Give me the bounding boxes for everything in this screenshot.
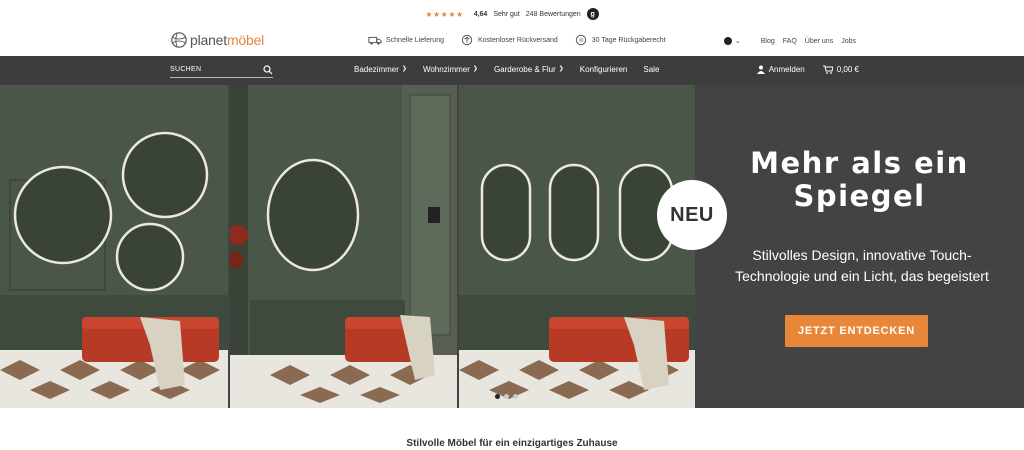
hero-banner[interactable]: NEU Mehr als ein Spiegel Stilvolles Desi… [0,85,1024,408]
cart-button[interactable]: 0,00 € [822,65,859,74]
flag-icon [723,37,732,45]
header-links: ⌄ Blog FAQ Über uns Jobs [723,37,856,45]
usp-return: Kostenloser Rückversand [460,34,558,46]
link-jobs[interactable]: Jobs [841,38,856,45]
section-tagline: Stilvolle Möbel für ein einzigartiges Zu… [406,438,618,449]
rating-reviews: 248 Bewertungen [525,10,581,18]
nav-item-garderobe[interactable]: Garderobe & Flur ❯ [494,65,564,74]
rating-stars: ★★★★★ [425,9,464,19]
globe-logo-icon [171,32,187,48]
hero-image-round-mirrors [0,85,228,408]
hero-subtitle: Stilvolles Design, innovative Touch- Tec… [735,247,989,284]
slider-dot-3[interactable] [513,394,518,399]
hero-image-hallway [230,85,457,408]
svg-text:30: 30 [578,38,583,43]
chevron-down-icon: ⌄ [734,38,741,45]
link-faq[interactable]: FAQ [783,38,797,45]
rating-verdict: Sehr gut [493,10,520,18]
nav-item-konfigurieren[interactable]: Konfigurieren [580,65,628,74]
usp-list: Schnelle Lieferung Kostenloser Rückversa… [368,34,666,46]
cart-icon [822,65,833,74]
login-button[interactable]: Anmelden [756,65,805,74]
slider-dots [495,394,518,399]
user-icon [756,65,765,74]
search-label: SUCHEN [170,66,202,73]
search-icon[interactable] [263,64,273,75]
truck-icon [368,36,382,45]
nav-item-wohnzimmer[interactable]: Wohnzimmer ❯ [423,65,478,74]
usp-delivery: Schnelle Lieferung [368,34,444,46]
nav-item-sale[interactable]: Sale [643,65,659,74]
link-blog[interactable]: Blog [761,38,775,45]
return-icon [461,34,473,46]
hero-image-oval-mirrors [459,85,695,408]
link-about[interactable]: Über uns [805,38,833,45]
slider-dot-2[interactable] [504,394,509,399]
cart-total: 0,00 € [836,65,859,74]
chevron-down-icon: ❯ [401,66,407,72]
language-selector[interactable]: ⌄ [723,37,741,45]
hero-text-panel: Mehr als ein Spiegel Stilvolles Design, … [695,85,1024,408]
rating-bar[interactable]: ★★★★★ 4,64 Sehr gut 248 Bewertungen g [0,0,1024,28]
hero-title: Mehr als ein Spiegel [750,146,969,213]
trust-badge-icon: g [586,8,599,20]
slider-dot-1[interactable] [495,394,500,399]
site-logo[interactable]: planetmöbel [170,31,264,49]
usp-30-days: 30 30 Tage Rückgaberecht [574,34,666,46]
logo-text: planetmöbel [190,32,265,48]
chevron-down-icon: ❯ [558,66,564,72]
nav-item-badezimmer[interactable]: Badezimmer ❯ [354,65,407,74]
top-header: planetmöbel Schnelle Lieferung Kostenlos… [0,28,1024,56]
category-menu: Badezimmer ❯ Wohnzimmer ❯ Garderobe & Flur… [354,65,659,74]
search-input[interactable]: SUCHEN [170,62,273,78]
rating-score: 4,64 [473,10,488,18]
chevron-down-icon: ❯ [472,66,478,72]
account-area: Anmelden 0,00 € [756,65,859,74]
discover-button[interactable]: JETZT ENTDECKEN [785,315,928,347]
days-30-icon: 30 [575,34,586,46]
main-nav: SUCHEN Badezimmer ❯ Wohnzimmer ❯ Garderobe… [0,56,1024,85]
